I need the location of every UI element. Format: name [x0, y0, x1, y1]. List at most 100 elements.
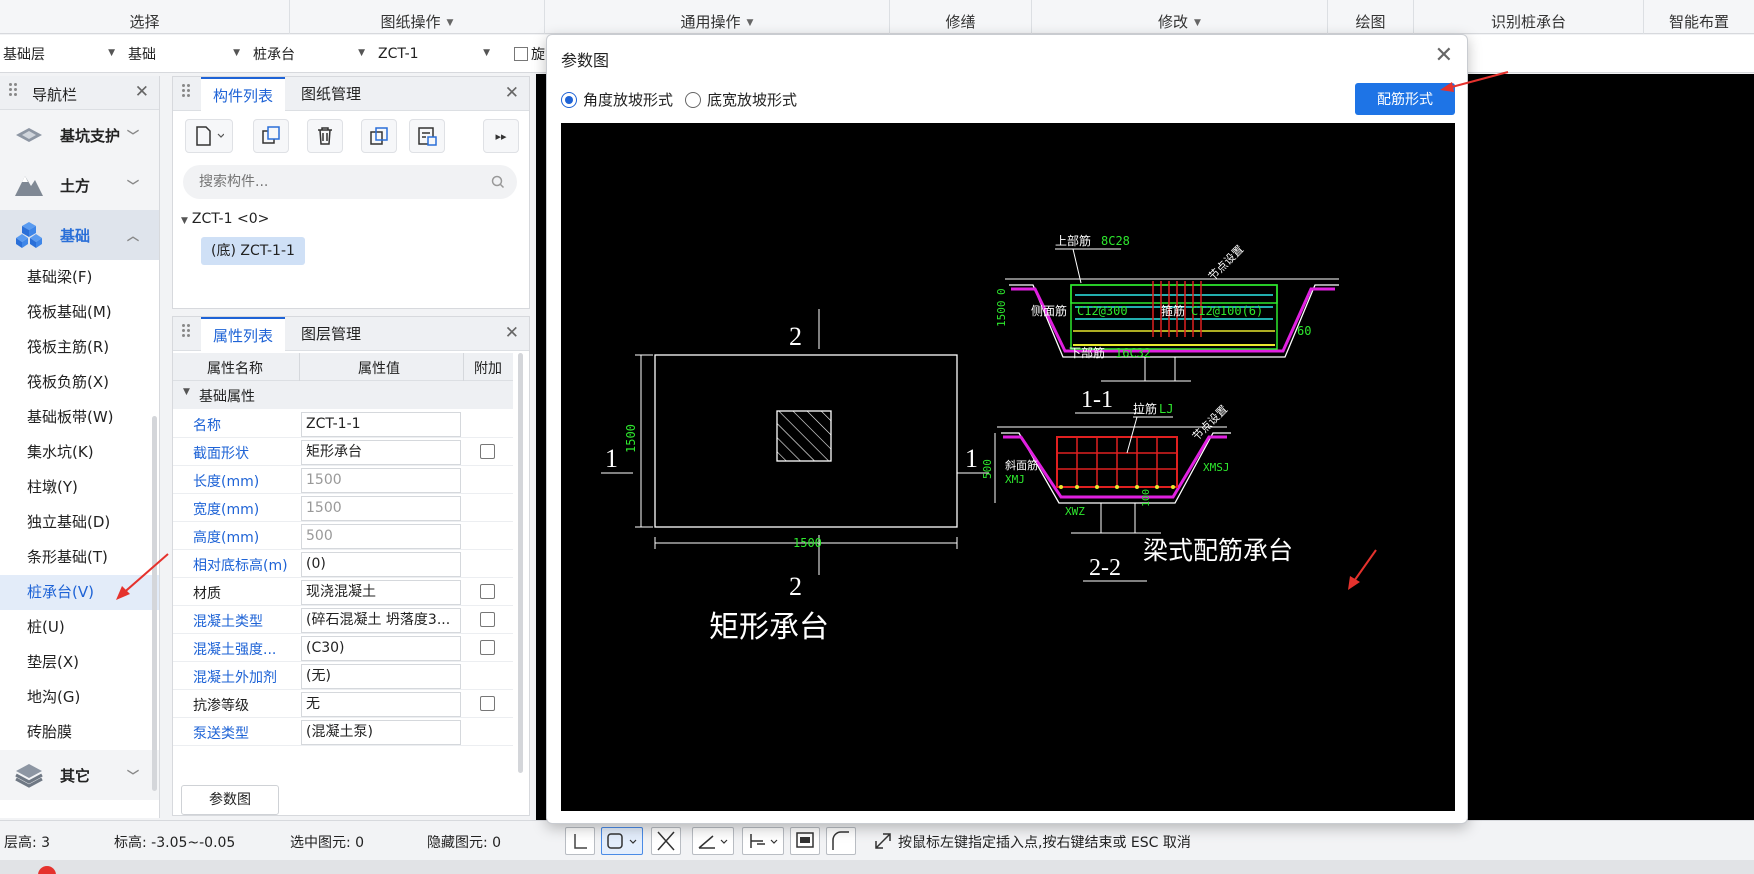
search-icon[interactable]: [491, 175, 505, 189]
nav-item-raft[interactable]: 筏板基础(M): [0, 295, 159, 330]
property-value-field[interactable]: (碎石混凝土 坍落度3...: [301, 608, 461, 633]
attach-checkbox[interactable]: [480, 640, 495, 655]
rotate-checkbox[interactable]: 旋: [514, 41, 546, 67]
radio-width-slope[interactable]: 底宽放坡形式: [685, 89, 797, 110]
property-value-field[interactable]: (混凝土泵): [301, 720, 461, 745]
property-row: 截面形状 矩形承台: [173, 438, 513, 466]
property-value-field[interactable]: 1500: [301, 496, 461, 521]
property-scrollbar[interactable]: [518, 353, 523, 773]
property-table-header: 属性名称 属性值 附加: [173, 353, 513, 381]
ribbon-select[interactable]: 选择: [0, 0, 290, 34]
category-select[interactable]: 基础 ▼: [128, 41, 246, 67]
arc-icon: [832, 831, 849, 850]
ribbon-smart-layout[interactable]: 智能布置: [1644, 0, 1754, 34]
type-select[interactable]: 桩承台 ▼: [253, 41, 371, 67]
nav-item-slab-strip[interactable]: 基础板带(W): [0, 400, 159, 435]
angle-button[interactable]: [692, 827, 734, 855]
display-button[interactable]: [790, 827, 820, 855]
close-icon[interactable]: ✕: [135, 82, 149, 102]
tab-property-list[interactable]: 属性列表: [201, 317, 286, 351]
more-actions-button[interactable]: ▸▸: [483, 119, 519, 153]
arc-button[interactable]: [826, 827, 856, 855]
property-value-field[interactable]: 1500: [301, 468, 461, 493]
nav-item-cushion[interactable]: 垫层(X): [0, 645, 159, 680]
drag-handle-icon[interactable]: [8, 81, 18, 103]
nav-item-sump[interactable]: 集水坑(K): [0, 435, 159, 470]
property-value-field[interactable]: (无): [301, 664, 461, 689]
ribbon-general-ops[interactable]: 通用操作 ▼: [545, 0, 890, 34]
nav-item-trench[interactable]: 地沟(G): [0, 680, 159, 715]
close-icon[interactable]: ✕: [1435, 43, 1453, 68]
property-value-field[interactable]: 无: [301, 692, 461, 717]
ribbon-recognize-cap[interactable]: 识别桩承台: [1414, 0, 1644, 34]
property-value-field[interactable]: (0): [301, 552, 461, 577]
ribbon-modify[interactable]: 修改 ▼: [1032, 0, 1328, 34]
import-component-button[interactable]: [409, 119, 445, 153]
close-icon[interactable]: ✕: [505, 323, 519, 343]
property-name: 抗渗等级: [193, 698, 249, 714]
nav-item-pile[interactable]: 桩(U): [0, 610, 159, 645]
snap-button[interactable]: [601, 827, 643, 855]
nav-category-earth[interactable]: 土方 ﹀: [0, 160, 159, 210]
close-icon[interactable]: ✕: [505, 83, 519, 103]
cross-snap-button[interactable]: [651, 827, 681, 855]
duplicate-layer-button[interactable]: [361, 119, 397, 153]
slope-bar-value: XMJ: [1005, 473, 1025, 486]
drag-handle-icon[interactable]: [181, 82, 191, 104]
cut-label-right: 1: [965, 444, 978, 473]
ribbon-repair[interactable]: 修缮: [890, 0, 1032, 34]
floor-select[interactable]: 基础层 ▼: [3, 41, 121, 67]
attach-checkbox[interactable]: [480, 612, 495, 627]
param-diagram-button[interactable]: 参数图: [181, 785, 279, 815]
status-elevation: 标高: -3.05~-0.05: [114, 835, 236, 851]
tab-component-list[interactable]: 构件列表: [201, 77, 286, 111]
nav-item-raft-main-rebar[interactable]: 筏板主筋(R): [0, 330, 159, 365]
property-value-field[interactable]: (C30): [301, 636, 461, 661]
property-value-field[interactable]: 现浇混凝土: [301, 580, 461, 605]
copy-component-button[interactable]: [253, 119, 289, 153]
ribbon-label: 选择: [129, 13, 160, 31]
ribbon-label: 智能布置: [1668, 13, 1729, 31]
ribbon-draw[interactable]: 绘图: [1328, 0, 1414, 34]
nav-panel-header: 导航栏 ✕: [0, 76, 159, 110]
property-value-field[interactable]: 500: [301, 524, 461, 549]
notification-badge-icon[interactable]: [38, 866, 56, 874]
delete-component-button[interactable]: [307, 119, 343, 153]
offset-button[interactable]: [742, 827, 784, 855]
attach-checkbox[interactable]: [480, 584, 495, 599]
attach-checkbox[interactable]: [480, 444, 495, 459]
tree-node-child[interactable]: (底) ZCT-1-1: [201, 237, 305, 265]
nav-scrollbar[interactable]: [152, 416, 157, 791]
column-header-extra: 附加: [474, 361, 502, 377]
radio-angle-slope[interactable]: 角度放坡形式: [561, 89, 673, 110]
new-component-button[interactable]: [185, 119, 233, 153]
nav-item-isolated-footing[interactable]: 独立基础(D): [0, 505, 159, 540]
tab-drawing-management[interactable]: 图纸管理: [289, 77, 373, 111]
component-search-input[interactable]: [183, 165, 517, 199]
tab-layer-management[interactable]: 图层管理: [289, 317, 373, 351]
chevron-down-icon: ▼: [358, 48, 365, 58]
property-value-field[interactable]: ZCT-1-1: [301, 412, 461, 437]
radio-unchecked-icon[interactable]: [685, 91, 701, 108]
property-name: 材质: [193, 586, 221, 602]
nav-item-column-pier[interactable]: 柱墩(Y): [0, 470, 159, 505]
nav-category-pit[interactable]: 基坑支护 ﹀: [0, 110, 159, 160]
ortho-button[interactable]: [565, 827, 595, 855]
expand-icon: [875, 833, 891, 849]
property-name: 相对底标高(m): [193, 558, 288, 574]
property-value-field[interactable]: 矩形承台: [301, 440, 461, 465]
attach-checkbox[interactable]: [480, 696, 495, 711]
nav-item-brick-mold[interactable]: 砖胎膜: [0, 715, 159, 750]
nav-item-raft-neg-rebar[interactable]: 筏板负筋(X): [0, 365, 159, 400]
drag-handle-icon[interactable]: [181, 322, 191, 344]
nav-item-foundation-beam[interactable]: 基础梁(F): [0, 260, 159, 295]
radio-checked-icon[interactable]: [561, 91, 577, 108]
component-select[interactable]: ZCT-1 ▼: [378, 41, 496, 67]
ribbon-drawing-ops[interactable]: 图纸操作 ▼: [290, 0, 545, 34]
tree-node-root[interactable]: ▼ ZCT-1 <0>: [181, 211, 269, 227]
nav-category-other[interactable]: 其它 ﹀: [0, 750, 159, 800]
nav-category-foundation[interactable]: 基础 ︿: [0, 210, 159, 260]
slope-bar-label: 斜面筋: [1005, 458, 1038, 472]
property-group-header[interactable]: ▼ 基础属性: [173, 381, 513, 409]
checkbox-box[interactable]: [514, 47, 528, 61]
